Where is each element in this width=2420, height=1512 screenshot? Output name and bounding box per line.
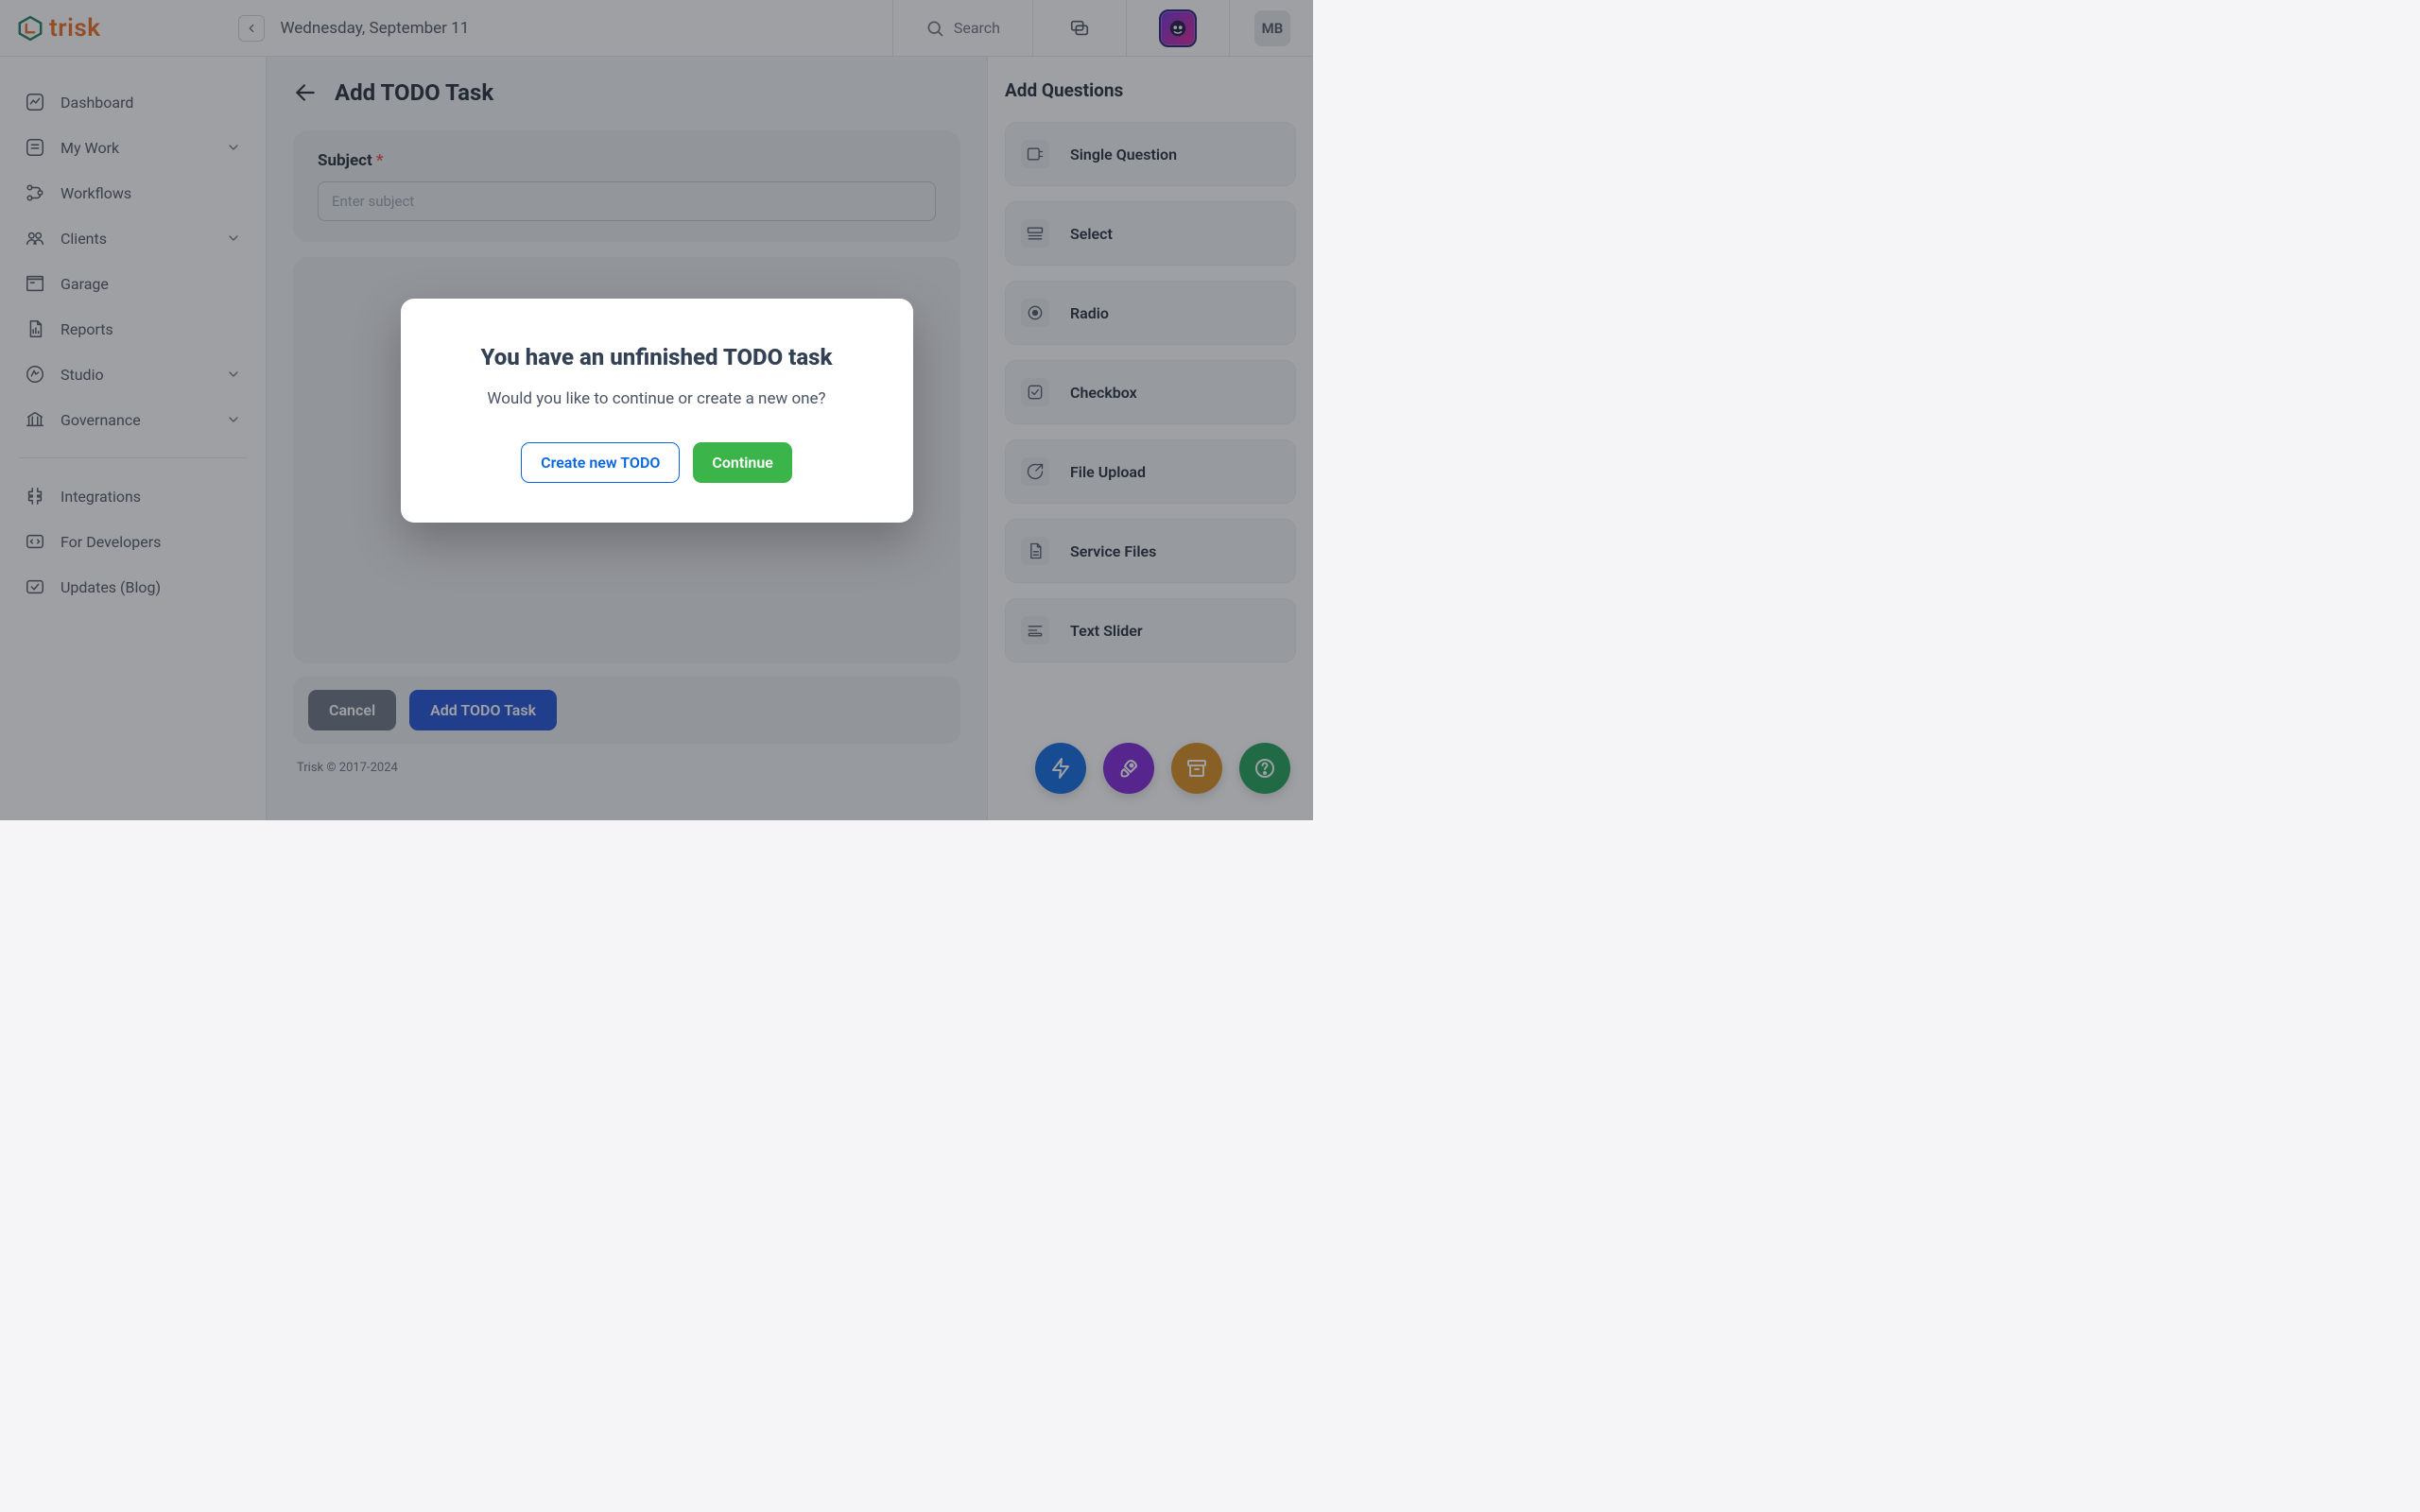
modal-message: Would you like to continue or create a n…	[441, 389, 873, 408]
modal-overlay[interactable]: You have an unfinished TODO task Would y…	[0, 0, 1313, 820]
modal-title: You have an unfinished TODO task	[441, 344, 873, 370]
unfinished-todo-modal: You have an unfinished TODO task Would y…	[401, 299, 913, 523]
create-new-todo-button[interactable]: Create new TODO	[521, 442, 680, 483]
continue-button[interactable]: Continue	[693, 442, 791, 483]
